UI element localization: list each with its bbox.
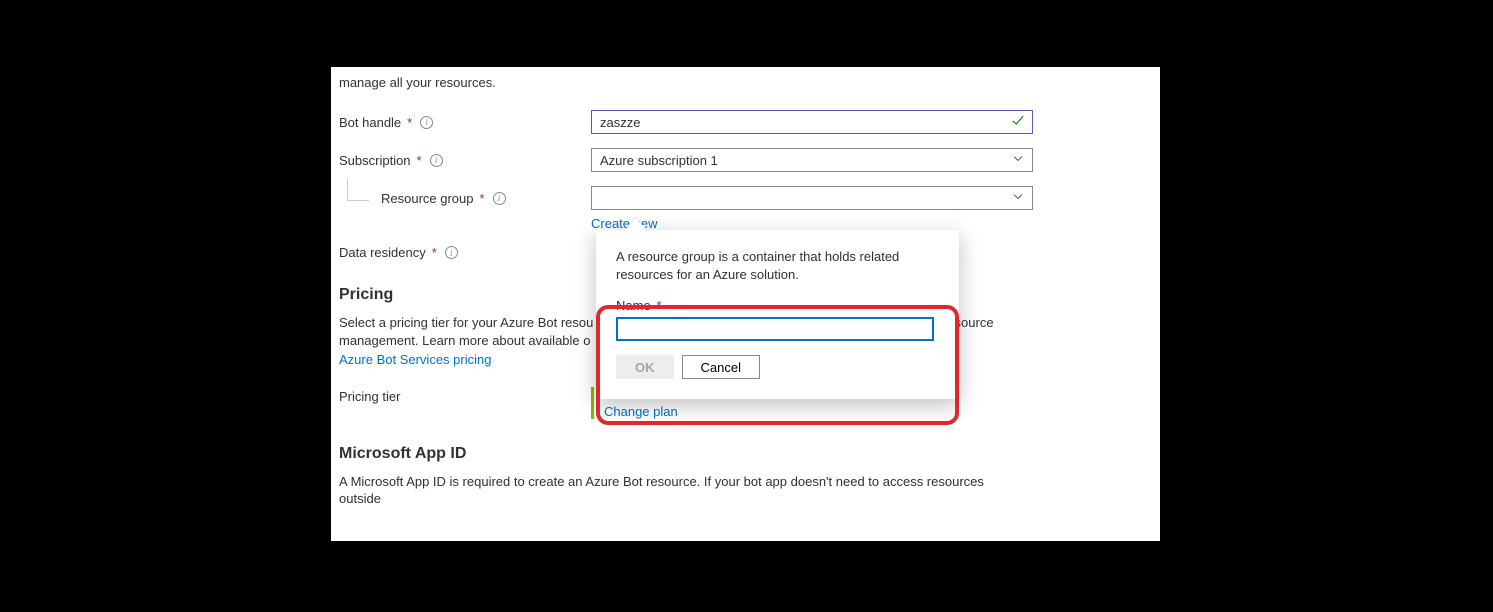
required-asterisk: * — [432, 245, 437, 260]
info-icon[interactable]: i — [420, 116, 433, 129]
create-resource-group-popover: A resource group is a container that hol… — [596, 230, 959, 399]
cancel-button[interactable]: Cancel — [682, 355, 760, 379]
info-icon[interactable]: i — [493, 192, 506, 205]
change-plan-link[interactable]: Change plan — [604, 404, 678, 419]
ok-button[interactable]: OK — [616, 355, 674, 379]
row-resource-group: Resource group * i — [339, 186, 1160, 210]
indent-connector — [347, 179, 369, 201]
pricing-link[interactable]: Azure Bot Services pricing — [339, 351, 491, 369]
app-id-description: A Microsoft App ID is required to create… — [339, 473, 999, 508]
row-bot-handle: Bot handle * i — [339, 110, 1160, 134]
required-asterisk: * — [407, 115, 412, 130]
chevron-down-icon — [1012, 153, 1024, 168]
bot-handle-input[interactable] — [591, 110, 1033, 134]
required-asterisk: * — [656, 298, 661, 313]
required-asterisk: * — [480, 191, 485, 206]
info-icon[interactable]: i — [430, 154, 443, 167]
popover-name-label: Name * — [616, 298, 939, 313]
required-asterisk: * — [417, 153, 422, 168]
label-data-residency: Data residency * i — [339, 245, 591, 260]
label-resource-group: Resource group * i — [339, 191, 591, 206]
info-icon[interactable]: i — [445, 246, 458, 259]
intro-text: manage all your resources. — [339, 75, 1160, 90]
label-subscription: Subscription * i — [339, 153, 591, 168]
resource-group-select[interactable] — [591, 186, 1033, 210]
app-id-heading: Microsoft App ID — [339, 445, 1160, 463]
resource-group-name-input[interactable] — [616, 317, 934, 341]
popover-description: A resource group is a container that hol… — [616, 248, 939, 284]
pricing-tier-label: Pricing tier — [339, 387, 591, 419]
label-bot-handle: Bot handle * i — [339, 115, 591, 130]
chevron-down-icon — [1012, 191, 1024, 206]
row-subscription: Subscription * i Azure subscription 1 — [339, 148, 1160, 172]
subscription-select[interactable]: Azure subscription 1 — [591, 148, 1033, 172]
